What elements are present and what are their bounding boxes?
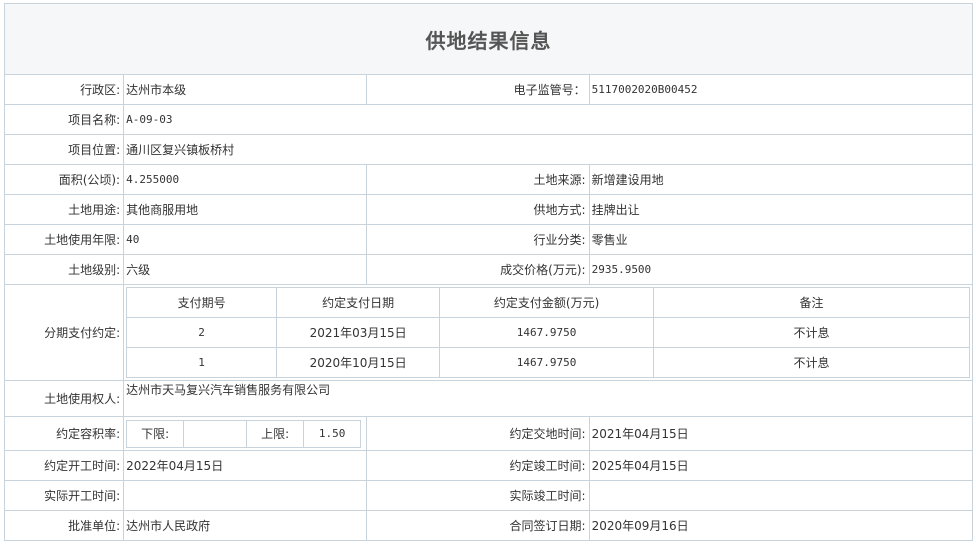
delivery-time-label: 约定交地时间: <box>366 416 590 451</box>
project-name-label: 项目名称: <box>3 104 125 135</box>
supply-method-label: 供地方式: <box>366 194 590 225</box>
land-user-label: 土地使用权人: <box>3 380 125 417</box>
approval-unit-value: 达州市人民政府 <box>123 510 368 541</box>
completion-time-value: 2025年04月15日 <box>588 450 974 481</box>
actual-completion-value <box>588 480 974 511</box>
project-location-label: 项目位置: <box>3 134 125 165</box>
supervision-no-value: 5117002020B00452 <box>588 74 974 105</box>
page-title: 供地结果信息 <box>4 3 973 75</box>
land-source-value: 新增建设用地 <box>588 164 974 195</box>
land-source-label: 土地来源: <box>366 164 590 195</box>
installment-header-note: 备注 <box>653 287 970 318</box>
deal-price-value: 2935.9500 <box>588 254 974 285</box>
contract-date-label: 合同签订日期: <box>366 510 590 541</box>
installment-header-date: 约定支付日期 <box>276 287 441 318</box>
start-time-value: 2022年04月15日 <box>123 450 368 481</box>
completion-time-label: 约定竣工时间: <box>366 450 590 481</box>
installment-amount: 1467.9750 <box>439 317 655 348</box>
use-years-value: 40 <box>123 224 368 255</box>
land-supply-result-table: 供地结果信息 行政区: 达州市本级 电子监管号： 5117002020B0045… <box>3 3 974 541</box>
start-time-label: 约定开工时间: <box>3 450 125 481</box>
use-years-label: 土地使用年限: <box>3 224 125 255</box>
installment-period: 1 <box>126 347 278 378</box>
far-cell: 下限: 上限: 1.50 <box>123 416 368 451</box>
supervision-no-label: 电子监管号： <box>366 74 590 105</box>
installment-period: 2 <box>126 317 278 348</box>
installment-table: 支付期号 约定支付日期 约定支付金额(万元) 备注 2 2021年03月15日 … <box>126 287 970 378</box>
far-label: 约定容积率: <box>3 416 125 451</box>
approval-unit-label: 批准单位: <box>3 510 125 541</box>
land-use-value: 其他商服用地 <box>123 194 368 225</box>
district-label: 行政区: <box>3 74 125 105</box>
installment-label: 分期支付约定: <box>3 284 125 381</box>
installment-note: 不计息 <box>653 347 970 378</box>
far-lower-label: 下限: <box>126 419 185 448</box>
installment-cell: 支付期号 约定支付日期 约定支付金额(万元) 备注 2 2021年03月15日 … <box>123 284 973 381</box>
project-name-value: A-09-03 <box>123 104 973 135</box>
installment-amount: 1467.9750 <box>439 347 655 378</box>
installment-date: 2020年10月15日 <box>276 347 441 378</box>
installment-date: 2021年03月15日 <box>276 317 441 348</box>
district-value: 达州市本级 <box>123 74 368 105</box>
land-supply-result-page: 供地结果信息 行政区: 达州市本级 电子监管号： 5117002020B0045… <box>0 0 976 546</box>
table-row: 1 2020年10月15日 1467.9750 不计息 <box>126 347 970 378</box>
actual-completion-label: 实际竣工时间: <box>366 480 590 511</box>
supply-method-value: 挂牌出让 <box>588 194 974 225</box>
table-row: 2 2021年03月15日 1467.9750 不计息 <box>126 317 970 348</box>
industry-label: 行业分类: <box>366 224 590 255</box>
far-upper-value: 1.50 <box>303 419 362 448</box>
land-use-label: 土地用途: <box>3 194 125 225</box>
delivery-time-value: 2021年04月15日 <box>588 416 974 451</box>
far-upper-label: 上限: <box>246 419 305 448</box>
industry-value: 零售业 <box>588 224 974 255</box>
area-value: 4.255000 <box>123 164 368 195</box>
contract-date-value: 2020年09月16日 <box>588 510 974 541</box>
project-location-value: 通川区复兴镇板桥村 <box>123 134 973 165</box>
far-range-table: 下限: 上限: 1.50 <box>126 419 362 448</box>
actual-start-value <box>123 480 368 511</box>
installment-header-amount: 约定支付金额(万元) <box>439 287 655 318</box>
land-grade-value: 六级 <box>123 254 368 285</box>
land-grade-label: 土地级别: <box>3 254 125 285</box>
land-user-value: 达州市天马复兴汽车销售服务有限公司 <box>123 380 973 417</box>
installment-note: 不计息 <box>653 317 970 348</box>
installment-header-period: 支付期号 <box>126 287 278 318</box>
actual-start-label: 实际开工时间: <box>3 480 125 511</box>
deal-price-label: 成交价格(万元): <box>366 254 590 285</box>
far-lower-value <box>183 419 248 448</box>
area-label: 面积(公顷): <box>3 164 125 195</box>
